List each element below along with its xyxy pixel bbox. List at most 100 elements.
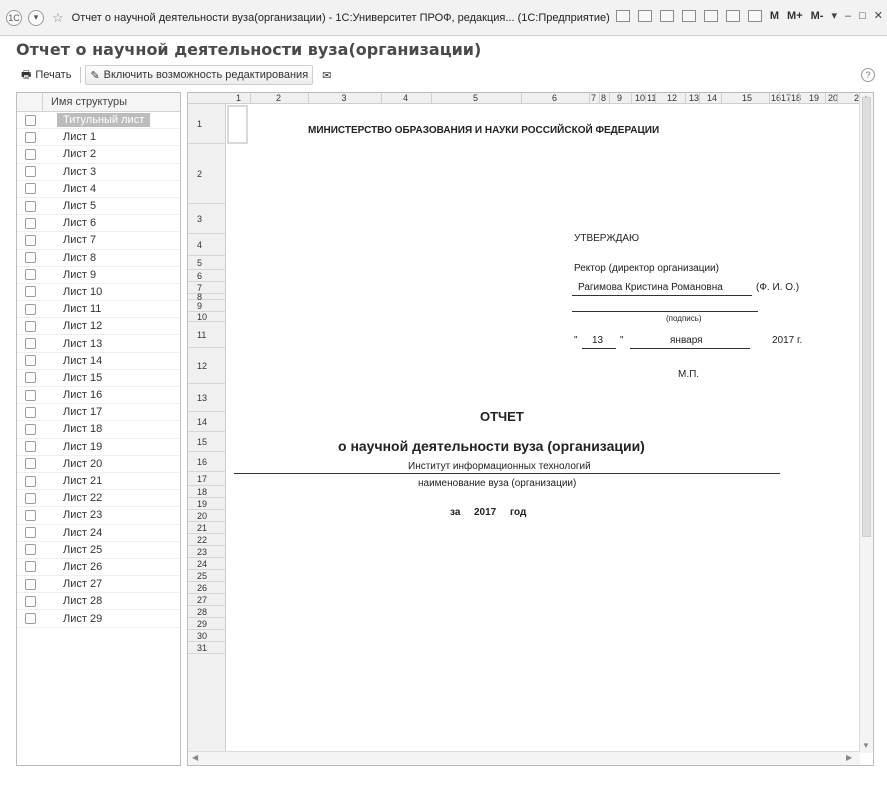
structure-row[interactable]: Лист 4 <box>17 181 180 198</box>
structure-row[interactable]: Лист 27 <box>17 576 180 594</box>
spreadsheet-document[interactable]: 123456789101112131415161718192021 123456… <box>187 92 874 766</box>
structure-row[interactable]: Лист 16 <box>17 387 180 405</box>
row-number[interactable]: 28 <box>188 606 226 618</box>
structure-row[interactable]: Титульный лист <box>17 112 180 130</box>
structure-row[interactable]: Лист 23 <box>17 507 180 525</box>
structure-checkbox[interactable] <box>24 166 36 178</box>
row-number[interactable]: 10 <box>188 312 226 322</box>
structure-checkbox[interactable] <box>24 114 36 126</box>
column-number[interactable]: 10 <box>635 93 645 103</box>
structure-checkbox[interactable] <box>24 406 36 418</box>
row-number[interactable]: 26 <box>188 582 226 594</box>
memory-mminus-button[interactable]: M- <box>811 10 824 22</box>
row-number[interactable]: 23 <box>188 546 226 558</box>
structure-row[interactable]: Лист 28 <box>17 593 180 611</box>
structure-row[interactable]: Лист 8 <box>17 250 180 267</box>
row-number[interactable]: 3 <box>188 204 226 234</box>
row-number[interactable]: 1 <box>188 104 226 144</box>
column-number[interactable]: 6 <box>552 93 557 103</box>
maximize-icon[interactable]: □ <box>859 10 866 22</box>
column-number[interactable]: 2 <box>276 93 281 103</box>
menu-dropdown-icon[interactable]: ▾ <box>28 9 44 26</box>
column-number[interactable]: 8 <box>601 93 606 103</box>
structure-row[interactable]: Лист 2 <box>17 146 180 164</box>
row-number[interactable]: 25 <box>188 570 226 582</box>
vertical-scroll-thumb[interactable] <box>862 97 871 537</box>
row-number[interactable]: 13 <box>188 384 226 412</box>
structure-checkbox[interactable] <box>24 595 36 607</box>
scroll-left-icon[interactable]: ◀ <box>192 753 198 762</box>
structure-checkbox[interactable] <box>24 355 36 367</box>
structure-checkbox[interactable] <box>24 527 36 539</box>
column-number[interactable]: 1 <box>236 93 241 103</box>
row-number[interactable]: 18 <box>188 486 226 498</box>
row-number[interactable]: 20 <box>188 510 226 522</box>
print-icon[interactable] <box>637 9 652 22</box>
row-number[interactable]: 11 <box>188 322 226 348</box>
app-logo-icon[interactable]: 1С <box>6 9 22 26</box>
chevron-down-icon[interactable]: ▾ <box>831 9 837 22</box>
row-number[interactable]: 7 <box>188 282 226 294</box>
structure-checkbox[interactable] <box>24 544 36 556</box>
scroll-right-icon[interactable]: ▶ <box>846 753 852 762</box>
row-number[interactable]: 24 <box>188 558 226 570</box>
column-number[interactable]: 3 <box>342 93 347 103</box>
memory-m-button[interactable]: M <box>770 10 779 22</box>
selected-cell[interactable] <box>227 105 248 144</box>
help-icon[interactable]: ? <box>861 68 875 82</box>
structure-row[interactable]: Лист 12 <box>17 318 180 336</box>
structure-checkbox[interactable] <box>24 578 36 590</box>
structure-checkbox[interactable] <box>24 217 36 229</box>
row-number[interactable]: 21 <box>188 522 226 534</box>
column-number[interactable]: 9 <box>617 93 622 103</box>
structure-checkbox[interactable] <box>24 252 36 264</box>
row-number[interactable]: 29 <box>188 618 226 630</box>
print-button[interactable]: 🖶 Печать <box>16 65 76 85</box>
minimize-icon[interactable]: – <box>845 10 851 22</box>
structure-checkbox[interactable] <box>24 320 36 332</box>
column-number[interactable]: 15 <box>742 93 752 103</box>
structure-checkbox[interactable] <box>24 183 36 195</box>
structure-row[interactable]: Лист 1 <box>17 129 180 147</box>
structure-row[interactable]: Лист 22 <box>17 490 180 508</box>
row-number[interactable]: 17 <box>188 472 226 486</box>
row-number[interactable]: 27 <box>188 594 226 606</box>
row-number[interactable]: 6 <box>188 270 226 282</box>
row-number[interactable]: 22 <box>188 534 226 546</box>
column-number[interactable]: 13 <box>689 93 699 103</box>
column-number[interactable]: 19 <box>809 93 819 103</box>
column-number[interactable]: 4 <box>403 93 408 103</box>
structure-checkbox[interactable] <box>24 372 36 384</box>
structure-row[interactable]: Лист 3 <box>17 164 180 181</box>
row-number[interactable]: 2 <box>188 144 226 204</box>
structure-row[interactable]: Лист 5 <box>17 198 180 216</box>
history-icon[interactable] <box>703 9 718 22</box>
structure-checkbox[interactable] <box>24 423 36 435</box>
column-number[interactable]: 12 <box>667 93 677 103</box>
structure-checkbox[interactable] <box>24 561 36 573</box>
row-number[interactable]: 19 <box>188 498 226 510</box>
structure-checkbox[interactable] <box>24 441 36 453</box>
column-number[interactable]: 7 <box>591 93 596 103</box>
structure-row[interactable]: Лист 29 <box>17 610 180 628</box>
favorite-star-icon[interactable]: ☆ <box>52 10 64 26</box>
enable-edit-button[interactable]: ✎ Включить возможность редактирования <box>85 65 314 85</box>
structure-row[interactable]: Лист 6 <box>17 215 180 233</box>
close-icon[interactable]: ✕ <box>874 9 883 22</box>
calculator-icon[interactable] <box>725 9 740 22</box>
row-number[interactable]: 4 <box>188 234 226 256</box>
structure-checkbox[interactable] <box>24 148 36 160</box>
checkbox-column-header[interactable] <box>17 93 43 112</box>
structure-row[interactable]: Лист 13 <box>17 335 180 353</box>
structure-checkbox[interactable] <box>24 131 36 143</box>
row-number[interactable]: 12 <box>188 348 226 384</box>
structure-row[interactable]: Лист 21 <box>17 473 180 491</box>
scroll-down-icon[interactable]: ▼ <box>862 741 870 750</box>
structure-row[interactable]: Лист 17 <box>17 404 180 422</box>
row-number[interactable]: 15 <box>188 432 226 452</box>
structure-row[interactable]: Лист 11 <box>17 301 180 319</box>
row-number[interactable]: 31 <box>188 642 226 654</box>
save-icon[interactable] <box>615 9 630 22</box>
structure-checkbox[interactable] <box>24 234 36 246</box>
memory-mplus-button[interactable]: M+ <box>787 10 803 22</box>
